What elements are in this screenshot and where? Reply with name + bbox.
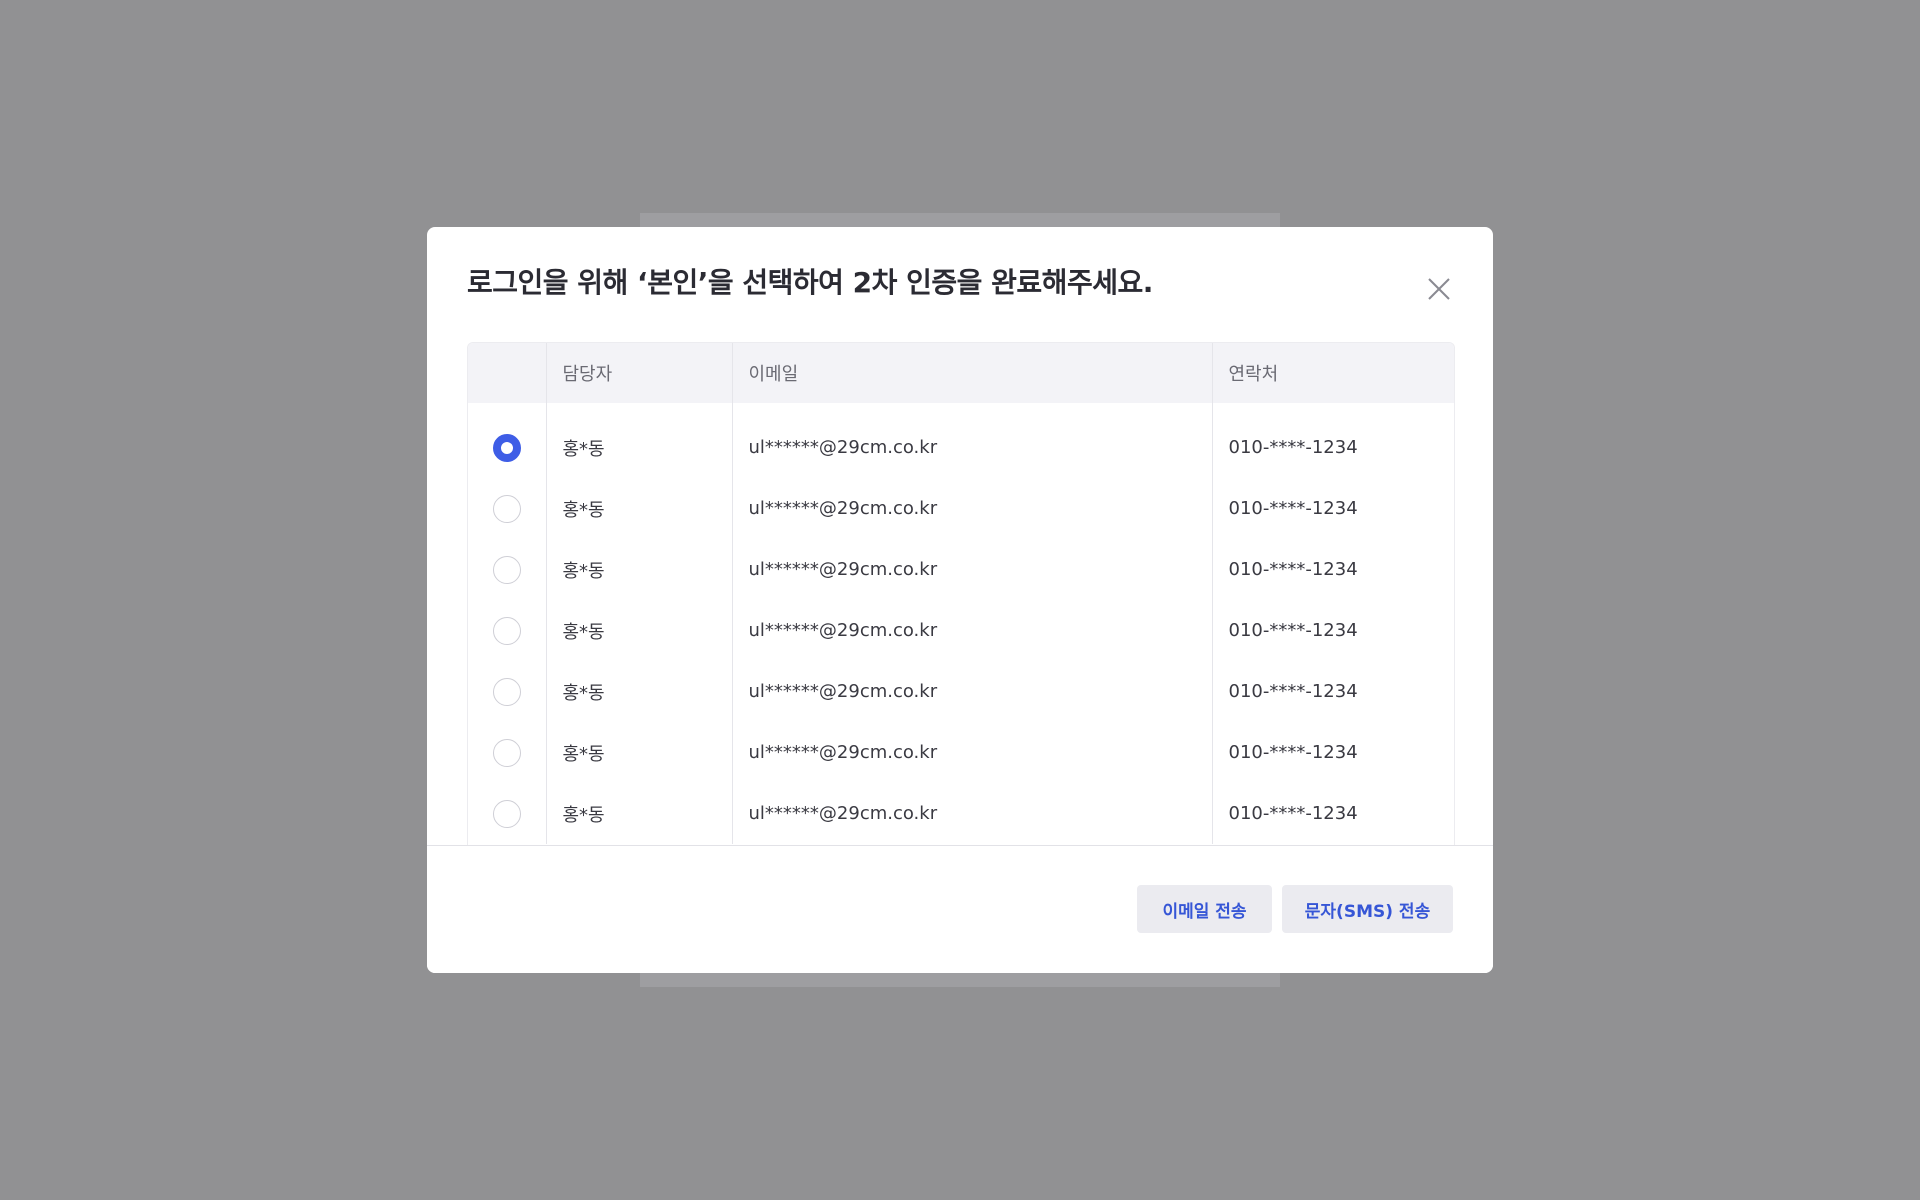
select-radio[interactable] bbox=[492, 555, 521, 584]
manager-cell: 홍*동 bbox=[545, 722, 732, 783]
phone-cell: 010-****-1234 bbox=[1211, 478, 1454, 539]
email-cell: ul******@29cm.co.kr bbox=[731, 539, 1212, 600]
manager-cell: 홍*동 bbox=[545, 417, 732, 478]
table-row[interactable]: 홍*동 ul******@29cm.co.kr 010-****-1234 bbox=[468, 600, 1454, 661]
close-icon bbox=[1428, 278, 1450, 300]
radio-cell bbox=[468, 539, 546, 600]
table-row[interactable]: 홍*동 ul******@29cm.co.kr 010-****-1234 bbox=[468, 539, 1454, 600]
phone-cell: 010-****-1234 bbox=[1211, 722, 1454, 783]
manager-cell: 홍*동 bbox=[545, 783, 732, 844]
radio-cell bbox=[468, 417, 546, 478]
phone-cell: 010-****-1234 bbox=[1211, 600, 1454, 661]
table-row[interactable]: 홍*동 ul******@29cm.co.kr 010-****-1234 bbox=[468, 661, 1454, 722]
table-spacer-row bbox=[468, 403, 1454, 417]
email-cell: ul******@29cm.co.kr bbox=[731, 417, 1212, 478]
radio-cell bbox=[468, 661, 546, 722]
spacer-cell bbox=[731, 403, 1212, 417]
phone-cell: 010-****-1234 bbox=[1211, 539, 1454, 600]
table-row[interactable]: 홍*동 ul******@29cm.co.kr 010-****-1234 bbox=[468, 722, 1454, 783]
phone-cell: 010-****-1234 bbox=[1211, 783, 1454, 844]
spacer-cell bbox=[1211, 403, 1454, 417]
spacer-cell bbox=[468, 403, 546, 417]
dialog-title: 로그인을 위해 ‘본인’을 선택하여 2차 인증을 완료해주세요. bbox=[467, 266, 1153, 299]
select-radio[interactable] bbox=[492, 799, 521, 828]
send-email-button[interactable]: 이메일 전송 bbox=[1137, 885, 1272, 933]
manager-cell: 홍*동 bbox=[545, 661, 732, 722]
contact-table: 담당자 이메일 연락처 홍*동 ul******@29cm.co.kr 010-… bbox=[468, 343, 1454, 844]
select-radio[interactable] bbox=[492, 433, 521, 462]
email-cell: ul******@29cm.co.kr bbox=[731, 661, 1212, 722]
send-sms-button[interactable]: 문자(SMS) 전송 bbox=[1282, 885, 1453, 933]
manager-cell: 홍*동 bbox=[545, 478, 732, 539]
header-email: 이메일 bbox=[731, 343, 1212, 403]
contact-table-container[interactable]: 담당자 이메일 연락처 홍*동 ul******@29cm.co.kr 010-… bbox=[467, 342, 1455, 849]
select-radio[interactable] bbox=[492, 677, 521, 706]
phone-cell: 010-****-1234 bbox=[1211, 661, 1454, 722]
table-row[interactable]: 홍*동 ul******@29cm.co.kr 010-****-1234 bbox=[468, 478, 1454, 539]
email-cell: ul******@29cm.co.kr bbox=[731, 478, 1212, 539]
header-select bbox=[468, 343, 546, 403]
email-cell: ul******@29cm.co.kr bbox=[731, 722, 1212, 783]
manager-cell: 홍*동 bbox=[545, 600, 732, 661]
radio-cell bbox=[468, 478, 546, 539]
header-phone: 연락처 bbox=[1211, 343, 1454, 403]
header-manager: 담당자 bbox=[545, 343, 732, 403]
select-radio[interactable] bbox=[492, 494, 521, 523]
table-row[interactable]: 홍*동 ul******@29cm.co.kr 010-****-1234 bbox=[468, 783, 1454, 844]
table-row[interactable]: 홍*동 ul******@29cm.co.kr 010-****-1234 bbox=[468, 417, 1454, 478]
close-button[interactable] bbox=[1419, 269, 1459, 309]
radio-cell bbox=[468, 722, 546, 783]
email-cell: ul******@29cm.co.kr bbox=[731, 600, 1212, 661]
email-cell: ul******@29cm.co.kr bbox=[731, 783, 1212, 844]
select-radio[interactable] bbox=[492, 616, 521, 645]
phone-cell: 010-****-1234 bbox=[1211, 417, 1454, 478]
select-radio[interactable] bbox=[492, 738, 521, 767]
two-factor-dialog: 로그인을 위해 ‘본인’을 선택하여 2차 인증을 완료해주세요. 담당자 이메… bbox=[427, 227, 1493, 973]
radio-cell bbox=[468, 783, 546, 844]
radio-cell bbox=[468, 600, 546, 661]
spacer-cell bbox=[545, 403, 732, 417]
dialog-footer: 이메일 전송 문자(SMS) 전송 bbox=[427, 845, 1493, 973]
table-header-row: 담당자 이메일 연락처 bbox=[468, 343, 1454, 403]
manager-cell: 홍*동 bbox=[545, 539, 732, 600]
